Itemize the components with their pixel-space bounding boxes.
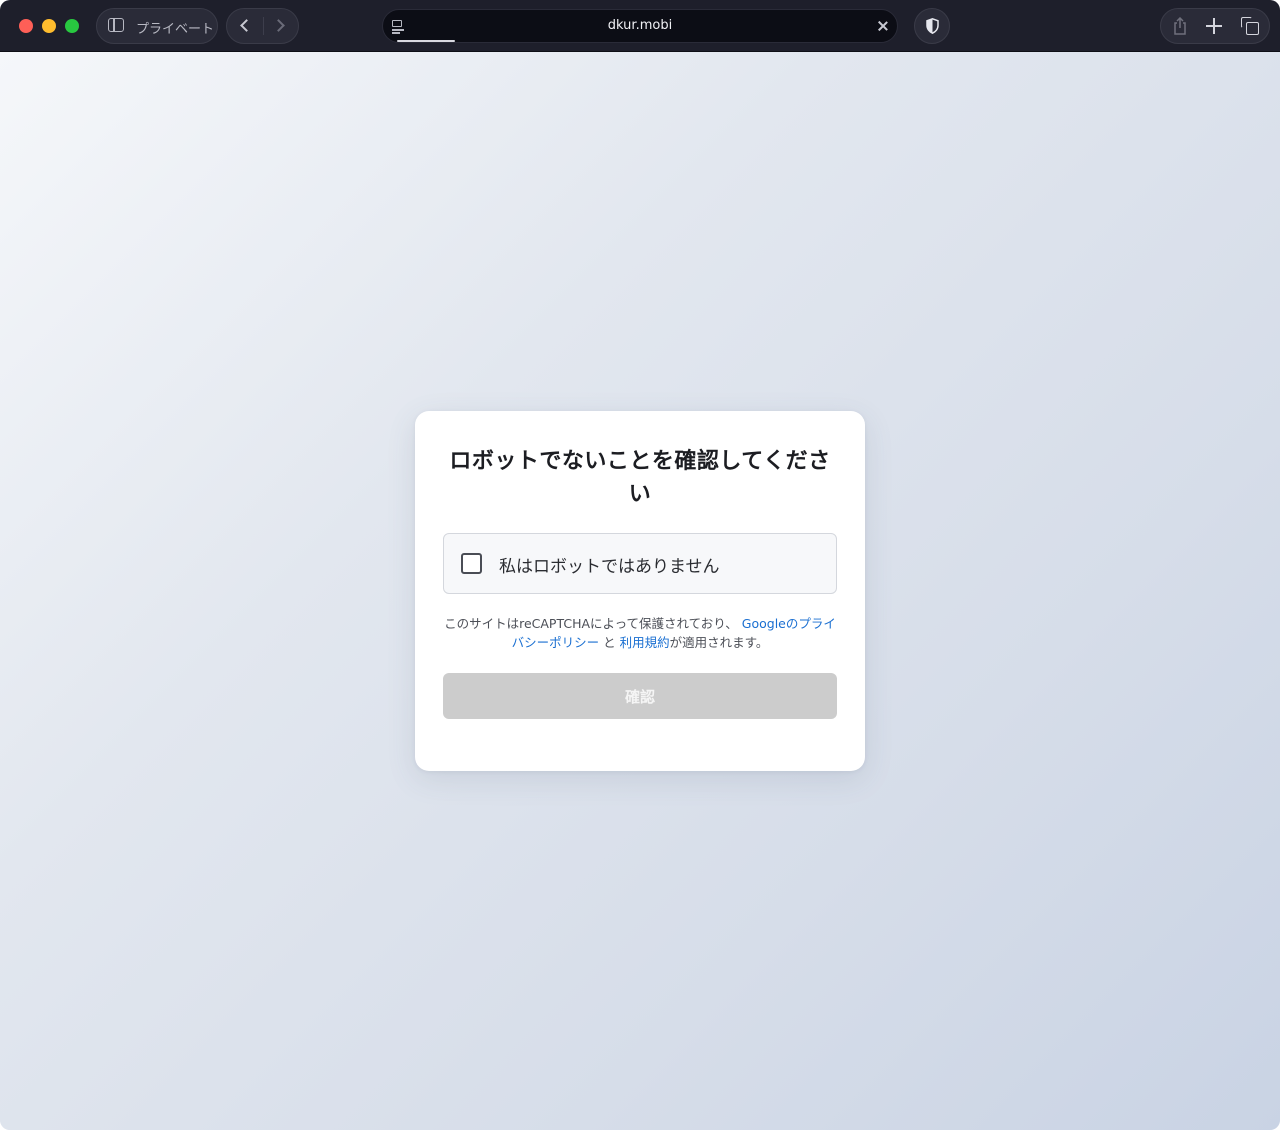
sidebar-icon xyxy=(108,18,124,32)
navigation-group xyxy=(226,8,299,44)
private-mode-label: プライベート xyxy=(136,22,215,37)
notice-suffix: が適用されます。 xyxy=(669,635,769,650)
recaptcha-notice: このサイトはreCAPTCHAによって保護されており、 Googleのプライバシ… xyxy=(443,614,837,652)
chevron-right-icon[interactable] xyxy=(272,19,285,32)
not-robot-checkbox[interactable] xyxy=(461,553,482,574)
tabs-overview-icon[interactable] xyxy=(1241,17,1259,35)
notice-and: と xyxy=(603,635,616,650)
zoom-window-button[interactable] xyxy=(65,19,79,33)
close-window-button[interactable] xyxy=(19,19,33,33)
toolbar-actions xyxy=(1160,8,1270,44)
plus-icon[interactable] xyxy=(1206,18,1222,34)
captcha-card: ロボットでないことを確認してください 私はロボットではありません このサイトはr… xyxy=(415,411,865,771)
chevron-left-icon[interactable] xyxy=(240,19,253,32)
page-content: ロボットでないことを確認してください 私はロボットではありません このサイトはr… xyxy=(0,52,1280,1130)
sidebar-toggle-button[interactable]: プライベート xyxy=(96,8,218,44)
browser-window: プライベート dkur.mobi ロボットでないことを確認してください 私はロボ… xyxy=(0,0,1280,1130)
confirm-button[interactable]: 確認 xyxy=(443,673,837,719)
checkbox-label: 私はロボットではありません xyxy=(499,557,720,577)
terms-link[interactable]: 利用規約 xyxy=(620,635,670,650)
browser-toolbar: プライベート dkur.mobi xyxy=(0,0,1280,52)
page-load-progress xyxy=(397,40,455,42)
url-text[interactable]: dkur.mobi xyxy=(383,18,897,33)
not-robot-checkbox-row[interactable]: 私はロボットではありません xyxy=(443,533,837,594)
close-icon[interactable] xyxy=(875,18,891,34)
shield-icon xyxy=(926,18,939,34)
minimize-window-button[interactable] xyxy=(42,19,56,33)
page-title: ロボットでないことを確認してください xyxy=(449,449,831,507)
privacy-report-button[interactable] xyxy=(914,8,950,44)
address-bar[interactable]: dkur.mobi xyxy=(382,9,898,43)
notice-prefix: このサイトはreCAPTCHAによって保護されており、 xyxy=(444,616,738,631)
share-icon[interactable] xyxy=(1172,17,1188,35)
nav-divider xyxy=(263,17,264,35)
